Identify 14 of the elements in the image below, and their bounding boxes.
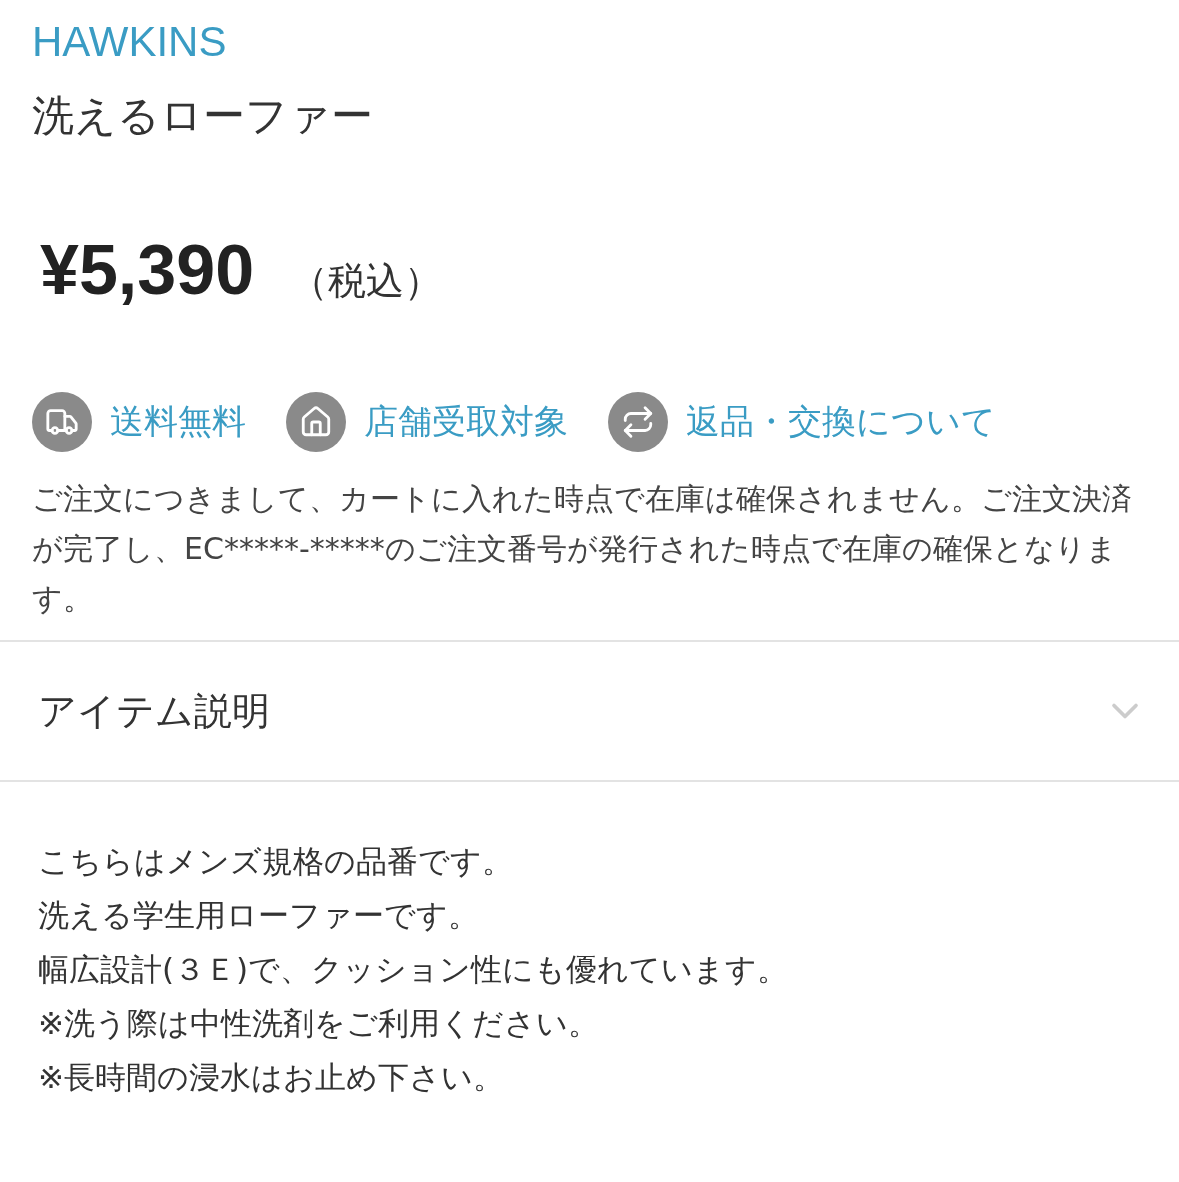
description-line: ※長時間の浸水はお止め下さい。: [38, 1058, 505, 1097]
description-line: こちらはメンズ規格の品番です。: [38, 842, 514, 881]
description-line: ※洗う際は中性洗剤をご利用ください。: [38, 1004, 600, 1043]
accordion-header[interactable]: アイテム説明: [0, 640, 1179, 782]
description-line: 幅広設計(３Ｅ)で、クッション性にも優れています。: [38, 950, 790, 989]
stock-notice: ご注文につきまして、カートに入れた時点で在庫は確保されません。ご注文決済が完了し、EC*****-*****のご注文番号が発行された時点で在庫の確保となります。: [32, 480, 1133, 618]
description-line: 洗える学生用ローファーです。: [38, 896, 480, 935]
tax-note: （税込）: [290, 258, 443, 305]
product-title: 洗えるローファー: [32, 90, 374, 142]
feature-link[interactable]: 返品・交換について: [686, 399, 996, 445]
feature-link[interactable]: 送料無料: [110, 399, 246, 445]
brand-link[interactable]: HAWKINS: [32, 18, 227, 66]
price: ¥5,390: [40, 230, 255, 310]
feature-link[interactable]: 店舗受取対象: [364, 399, 568, 445]
